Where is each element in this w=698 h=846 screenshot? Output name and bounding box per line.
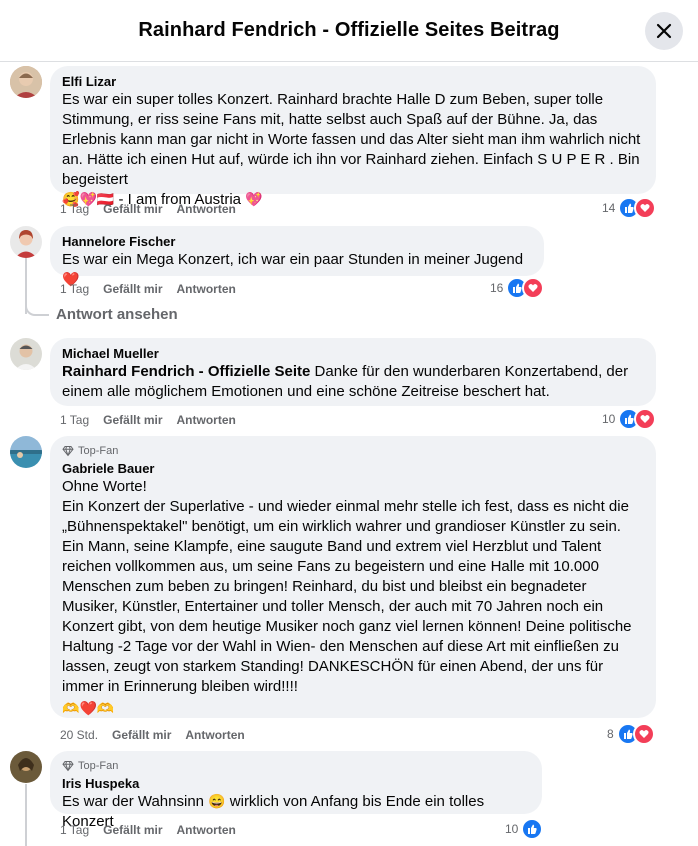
avatar[interactable] [10,226,42,258]
reaction-summary[interactable]: 8 [607,723,655,745]
avatar[interactable] [10,338,42,370]
heart-hands-icon: 🫶 [62,700,80,716]
beach-photo-icon [10,436,42,468]
person-photo-icon [10,751,42,783]
comment-author[interactable]: Gabriele Bauer [62,461,644,477]
close-icon [656,23,672,39]
avatar[interactable] [10,751,42,783]
comment-bubble: Top-Fan Gabriele Bauer Ohne Worte! Ein K… [50,436,656,718]
reaction-count: 16 [490,281,504,295]
reply-button[interactable]: Antworten [185,727,244,743]
person-photo-icon [10,226,42,258]
heart-reaction-icon [632,723,655,745]
comment-text: Ohne Worte! Ein Konzert der Superlative … [62,478,632,716]
top-fan-badge: Top-Fan [62,759,530,773]
comment-actions: 1 Tag Gefällt mir Antworten [60,822,236,838]
avatar[interactable] [10,66,42,98]
heart-reaction-icon [634,197,657,219]
reply-button[interactable]: Antworten [177,201,236,217]
comment-time[interactable]: 1 Tag [60,201,89,217]
heart-reaction-icon [522,277,545,299]
post-header: Rainhard Fendrich - Offizielle Seites Be… [0,0,698,62]
reaction-count: 10 [505,822,519,836]
comment-bubble: Michael Mueller Rainhard Fendrich - Offi… [50,338,656,406]
comment-actions: 20 Std. Gefällt mir Antworten [60,727,245,743]
comment-time[interactable]: 20 Std. [60,727,98,743]
reaction-count: 8 [607,727,614,741]
close-button[interactable] [645,12,683,50]
reaction-count: 14 [602,201,616,215]
like-button[interactable]: Gefällt mir [103,201,162,217]
comment-author[interactable]: Hannelore Fischer [62,234,532,250]
like-button[interactable]: Gefällt mir [103,822,162,838]
like-button[interactable]: Gefällt mir [103,412,162,428]
avatar[interactable] [10,436,42,468]
comment-author[interactable]: Michael Mueller [62,346,644,362]
comment-author[interactable]: Iris Huspeka [62,776,530,792]
reaction-summary[interactable]: 14 [602,197,657,219]
like-button[interactable]: Gefällt mir [103,281,162,297]
top-fan-badge: Top-Fan [62,444,644,458]
person-photo-icon [10,66,42,98]
diamond-icon [62,446,74,457]
view-replies-link[interactable]: Antwort ansehen [56,306,178,323]
person-photo-icon [10,338,42,370]
page-title: Rainhard Fendrich - Offizielle Seites Be… [138,19,560,41]
comment-time[interactable]: 1 Tag [60,822,89,838]
diamond-icon [62,761,74,772]
reaction-summary[interactable]: 16 [490,277,545,299]
comment-actions: 1 Tag Gefällt mir Antworten [60,281,236,297]
comment-actions: 1 Tag Gefällt mir Antworten [60,412,236,428]
reply-button[interactable]: Antworten [177,822,236,838]
heart-hands-icon: 🫶 [96,700,115,716]
comment-author[interactable]: Elfi Lizar [62,74,644,90]
comment-time[interactable]: 1 Tag [60,281,89,297]
comment-bubble: Elfi Lizar Es war ein super tolles Konze… [50,66,656,208]
thread-connector [25,299,49,316]
reaction-count: 10 [602,412,616,426]
heart-reaction-icon [634,408,657,430]
reply-button[interactable]: Antworten [177,281,236,297]
like-button[interactable]: Gefällt mir [112,727,171,743]
heart-icon: ❤️ [79,700,97,716]
heart-icon: 💖 [245,191,263,207]
comment-actions: 1 Tag Gefällt mir Antworten [60,201,236,217]
grinning-face-icon: 😄 [208,793,226,809]
thumbs-up-icon [521,818,544,840]
reaction-summary[interactable]: 10 [505,818,544,840]
reply-button[interactable]: Antworten [177,412,236,428]
comment-time[interactable]: 1 Tag [60,412,89,428]
comment-bubble: Hannelore Fischer Es war ein Mega Konzer… [50,226,544,287]
reaction-summary[interactable]: 10 [602,408,657,430]
comment-bubble: Top-Fan Iris Huspeka Es war der Wahnsinn… [50,751,542,830]
comment-text: Rainhard Fendrich - Offizielle Seite Dan… [62,363,629,400]
comment-text: Es war ein super tolles Konzert. Rainhar… [62,91,641,208]
thread-line [25,784,27,846]
page-mention-link[interactable]: Rainhard Fendrich - Offizielle Seite [62,363,310,380]
